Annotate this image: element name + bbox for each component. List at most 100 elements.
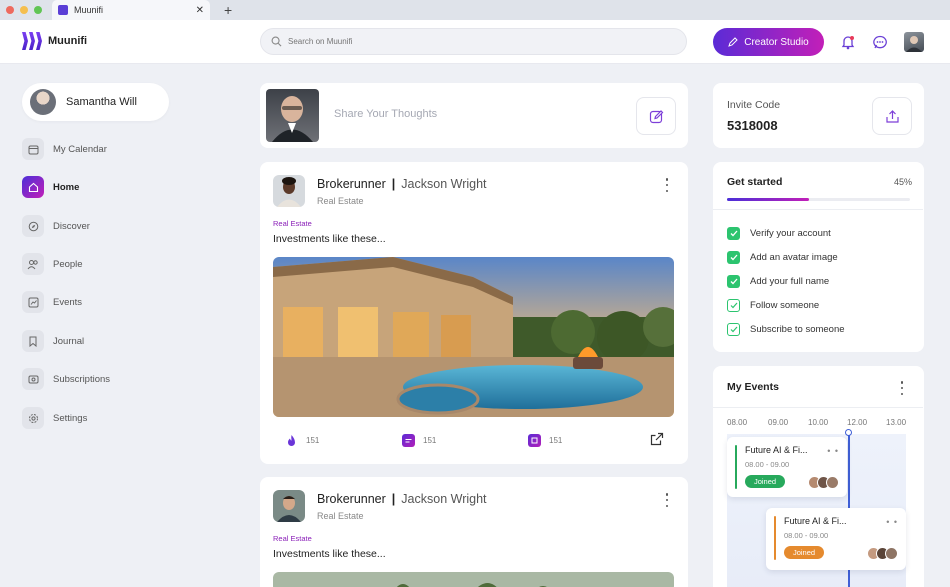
more-options-icon[interactable] — [899, 381, 905, 395]
user-avatar[interactable] — [904, 32, 924, 52]
top-nav: Muunifi Creator Studio — [0, 20, 950, 64]
brand-logo[interactable]: Muunifi — [22, 32, 87, 50]
separator: | — [391, 177, 396, 191]
profile-name: Samantha Will — [66, 96, 137, 108]
more-options-icon[interactable] — [664, 493, 670, 507]
comment-icon — [402, 434, 415, 447]
post-org[interactable]: Brokerunner — [317, 492, 386, 506]
compose-button[interactable] — [636, 97, 676, 135]
status-badge: Joined — [784, 546, 824, 559]
avatar[interactable] — [273, 175, 305, 207]
time-tick: 12.00 — [847, 418, 868, 427]
sidebar-item-subscriptions[interactable]: Subscriptions — [22, 367, 110, 391]
share-invite-button[interactable] — [872, 97, 912, 135]
sidebar-item-label: People — [53, 258, 83, 270]
sidebar-item-my-calendar[interactable]: My Calendar — [22, 137, 107, 161]
unchecked-icon[interactable] — [727, 299, 740, 312]
window-controls — [0, 6, 52, 14]
sidebar-item-discover[interactable]: Discover — [22, 214, 90, 238]
task-label: Verify your account — [750, 228, 831, 239]
time-tick: 10.00 — [808, 418, 829, 427]
brand-name: Muunifi — [48, 35, 88, 47]
repost-icon — [528, 434, 541, 447]
profile-pill[interactable]: Samantha Will — [22, 83, 169, 121]
avatar — [826, 476, 839, 489]
shares-count: 151 — [549, 436, 563, 445]
sidebar-item-people[interactable]: People — [22, 252, 83, 276]
task-item[interactable]: Follow someone — [727, 299, 819, 312]
sidebar-item-home[interactable]: Home — [22, 175, 79, 199]
task-item[interactable]: Add an avatar image — [727, 251, 838, 264]
event-more-icon[interactable]: • • — [886, 517, 898, 527]
task-item[interactable]: Verify your account — [727, 227, 831, 240]
home-icon — [22, 176, 44, 198]
sidebar-item-label: My Calendar — [53, 143, 107, 155]
post-author[interactable]: Jackson Wright — [401, 177, 486, 191]
task-item[interactable]: Add your full name — [727, 275, 829, 288]
checked-icon[interactable] — [727, 251, 740, 264]
attendee-avatars — [808, 476, 839, 489]
sidebar-item-settings[interactable]: Settings — [22, 406, 87, 430]
messages-icon[interactable] — [871, 33, 889, 51]
gear-icon — [22, 407, 44, 429]
event-time: 08.00 - 09.00 — [745, 460, 790, 469]
notification-bell-icon[interactable] — [839, 33, 857, 51]
search-icon — [271, 36, 282, 47]
close-window-button[interactable] — [6, 6, 14, 14]
browser-tab[interactable]: Muunifi ✕ — [52, 0, 210, 20]
event-card[interactable]: Future AI & Fi... 08.00 - 09.00 • • Join… — [766, 508, 906, 570]
maximize-window-button[interactable] — [34, 6, 42, 14]
divider — [713, 209, 923, 210]
post-card: Brokerunner | Jackson Wright Real Estate R… — [260, 162, 688, 464]
time-tick: 08.00 — [727, 418, 748, 427]
sidebar-item-events[interactable]: Events — [22, 290, 82, 314]
creator-studio-label: Creator Studio — [744, 36, 809, 48]
event-color-bar — [735, 445, 737, 489]
post-text: Investments like these... — [273, 233, 386, 245]
post-image[interactable] — [273, 257, 674, 417]
new-tab-button[interactable]: + — [224, 2, 232, 18]
event-more-icon[interactable]: • • — [827, 446, 839, 456]
task-label: Add an avatar image — [750, 252, 838, 263]
event-card[interactable]: Future AI & Fi... 08.00 - 09.00 • • Join… — [727, 437, 847, 497]
minimize-window-button[interactable] — [20, 6, 28, 14]
avatar[interactable] — [273, 490, 305, 522]
search-input[interactable] — [288, 37, 668, 46]
external-share-icon — [650, 432, 664, 446]
pen-icon — [728, 37, 738, 47]
checked-icon[interactable] — [727, 227, 740, 240]
likes-count: 151 — [306, 436, 320, 445]
fire-icon — [285, 434, 298, 447]
calendar-icon — [22, 138, 44, 160]
get-started-title: Get started — [727, 176, 783, 188]
close-tab-icon[interactable]: ✕ — [196, 5, 204, 16]
creator-studio-button[interactable]: Creator Studio — [713, 28, 824, 56]
checked-icon[interactable] — [727, 275, 740, 288]
sidebar-item-journal[interactable]: Journal — [22, 329, 84, 353]
sidebar-item-label: Subscriptions — [53, 373, 111, 385]
post-author[interactable]: Jackson Wright — [401, 492, 486, 506]
comments-stat[interactable]: 151 — [402, 434, 436, 447]
shares-stat[interactable]: 151 — [528, 434, 562, 447]
share-external-button[interactable] — [650, 432, 664, 446]
task-item[interactable]: Subscribe to someone — [727, 323, 845, 336]
people-icon — [22, 253, 44, 275]
attendee-avatars — [867, 547, 898, 560]
post-text: Investments like these... — [273, 548, 386, 560]
more-options-icon[interactable] — [664, 178, 670, 192]
invite-code: 5318008 — [727, 118, 778, 133]
avatar — [885, 547, 898, 560]
unchecked-icon[interactable] — [727, 323, 740, 336]
progress-percent: 45% — [893, 177, 912, 187]
event-name: Future AI & Fi... — [745, 445, 808, 455]
task-label: Subscribe to someone — [750, 324, 845, 335]
post-category: Real Estate — [317, 511, 364, 521]
post-org[interactable]: Brokerunner — [317, 177, 386, 191]
post-tag[interactable]: Real Estate — [273, 534, 312, 543]
chart-icon — [22, 291, 44, 313]
search-bar[interactable] — [260, 28, 687, 55]
likes-stat[interactable]: 151 — [285, 434, 319, 447]
post-tag[interactable]: Real Estate — [273, 219, 312, 228]
post-image[interactable] — [273, 572, 674, 587]
composer-placeholder[interactable]: Share Your Thoughts — [334, 108, 437, 120]
